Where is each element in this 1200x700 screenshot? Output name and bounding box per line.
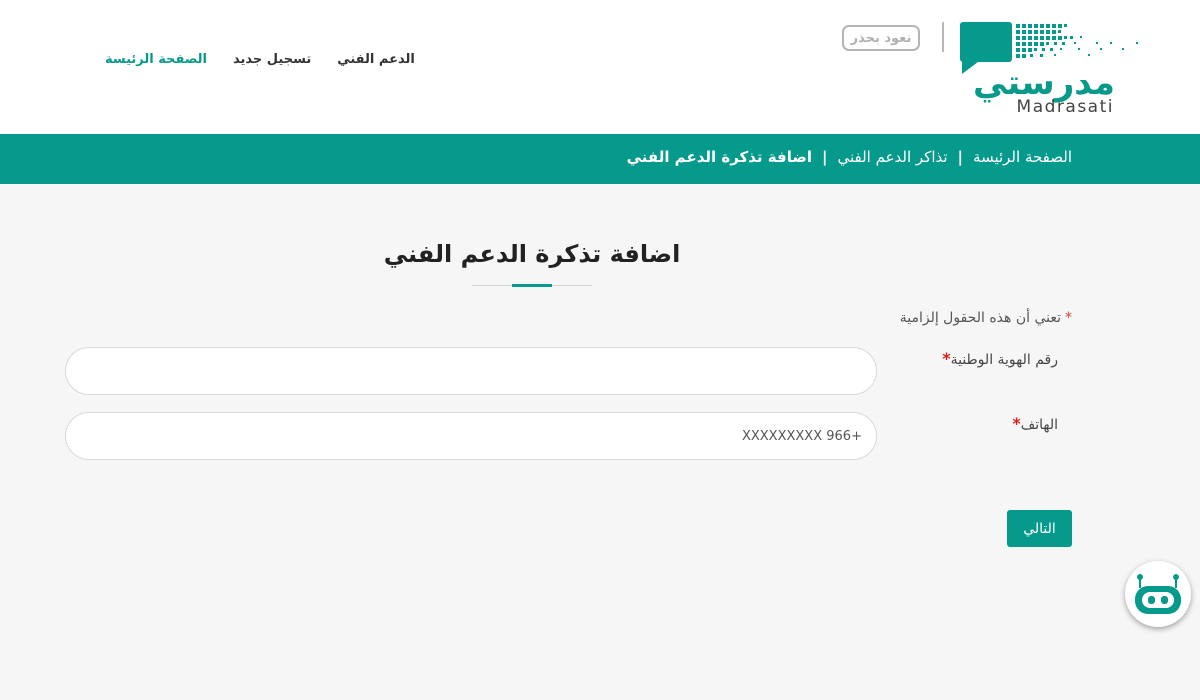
breadcrumb-tickets[interactable]: تذاكر الدعم الفني: [837, 148, 947, 166]
slogan-badge: نعود بحذر: [842, 25, 920, 51]
logo-latin-text: Madrasati: [1017, 97, 1114, 116]
page-title: اضافة تذكرة الدعم الفني: [383, 240, 681, 268]
breadcrumb-bar: الصفحة الرئيسة | تذاكر الدعم الفني | اضا…: [0, 134, 1200, 184]
logo-divider: [942, 22, 944, 52]
phone-label-text: الهاتف: [1020, 417, 1058, 433]
next-button[interactable]: التالي: [1007, 510, 1072, 547]
required-fields-note: *تعني أن هذه الحقول إلزامية: [900, 310, 1072, 326]
madrasati-logo-icon[interactable]: مدرستي Madrasati: [950, 16, 1150, 117]
title-underline-accent: [512, 284, 552, 287]
robot-icon: [1135, 574, 1181, 614]
required-note-text: تعني أن هذه الحقول إلزامية: [899, 310, 1061, 326]
nav-item-home[interactable]: الصفحة الرئيسة: [105, 52, 207, 74]
breadcrumb-separator: |: [821, 148, 828, 166]
breadcrumb-separator: |: [957, 148, 964, 166]
breadcrumb: الصفحة الرئيسة | تذاكر الدعم الفني | اضا…: [627, 148, 1072, 166]
main-nav: الصفحة الرئيسة تسجيل جديد الدعم الفني: [105, 52, 415, 74]
breadcrumb-home[interactable]: الصفحة الرئيسة: [973, 148, 1072, 166]
national-id-input[interactable]: [65, 347, 877, 395]
site-header: مدرستي Madrasati نعود بحذر الصفحة الرئيس…: [0, 0, 1200, 134]
chatbot-button[interactable]: [1125, 561, 1191, 627]
national-id-label-text: رقم الهوية الوطنية: [950, 352, 1058, 368]
required-star: *: [1012, 414, 1021, 433]
nav-item-register[interactable]: تسجيل جديد: [233, 52, 311, 74]
national-id-label: رقم الهوية الوطنية*: [942, 349, 1058, 368]
required-star: *: [942, 349, 951, 368]
breadcrumb-current: اضافة تذكرة الدعم الفني: [626, 148, 812, 166]
required-star: *: [1065, 310, 1072, 326]
phone-input[interactable]: [65, 412, 877, 460]
phone-label: الهاتف*: [1012, 414, 1058, 433]
nav-item-support[interactable]: الدعم الفني: [337, 52, 415, 74]
